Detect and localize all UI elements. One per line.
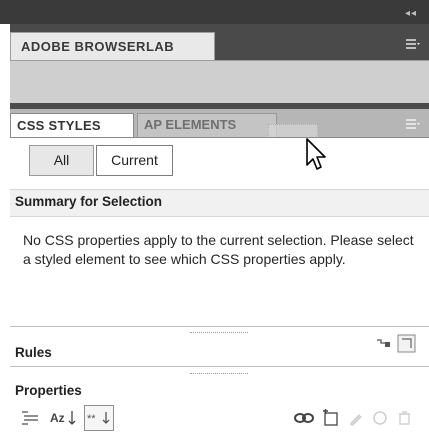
disable-css-icon[interactable] <box>370 405 390 431</box>
set-properties-icon[interactable]: ** <box>84 405 114 431</box>
edit-rule-icon[interactable] <box>346 405 366 431</box>
rules-toolbar <box>375 334 417 354</box>
summary-message: No CSS properties apply to the current s… <box>23 232 414 267</box>
mouse-pointer-icon <box>306 138 326 170</box>
panel-menu-icon[interactable] <box>405 38 421 50</box>
property-panel-icon[interactable] <box>397 334 417 354</box>
tab-ap-elements[interactable]: AP ELEMENTS <box>137 113 277 137</box>
alphabetical-view-icon[interactable]: Az <box>48 405 78 431</box>
properties-toolbar: Az ** <box>10 405 429 435</box>
section-separator <box>10 326 429 327</box>
summary-section-title: Summary for Selection <box>15 194 163 209</box>
tab-adobe-browserlab[interactable]: ADOBE BROWSERLAB <box>10 32 215 60</box>
attach-stylesheet-icon[interactable] <box>293 405 315 431</box>
properties-section-title[interactable]: Properties <box>15 383 82 398</box>
svg-text:**: ** <box>87 413 96 425</box>
cascade-view-icon[interactable] <box>375 336 393 352</box>
rules-resize-handle[interactable] <box>190 332 248 336</box>
tab-css-styles[interactable]: CSS STYLES <box>10 113 134 138</box>
panel-grip-icon[interactable]: ◂◂ <box>405 8 417 19</box>
delete-css-icon[interactable] <box>394 405 414 431</box>
browserlab-panel-body <box>10 60 429 104</box>
category-view-icon[interactable] <box>18 405 44 431</box>
dreamweaver-panel-window: ◂◂ ADOBE BROWSERLAB CSS STYLES AP ELEMEN… <box>0 0 429 439</box>
new-rule-icon[interactable] <box>319 405 341 431</box>
css-styles-tab-label: CSS STYLES <box>17 118 101 133</box>
panel-menu-icon[interactable] <box>405 118 421 130</box>
properties-resize-handle[interactable] <box>190 373 248 377</box>
browserlab-tab-label: ADOBE BROWSERLAB <box>21 39 175 54</box>
panel-title-strip: ◂◂ <box>0 0 429 24</box>
current-mode-button[interactable]: Current <box>96 145 173 176</box>
ap-elements-tab-label: AP ELEMENTS <box>144 117 237 132</box>
section-separator <box>10 366 429 367</box>
rules-section-title[interactable]: Rules <box>15 345 52 360</box>
all-mode-button[interactable]: All <box>29 145 94 176</box>
svg-text:Az: Az <box>50 411 65 425</box>
